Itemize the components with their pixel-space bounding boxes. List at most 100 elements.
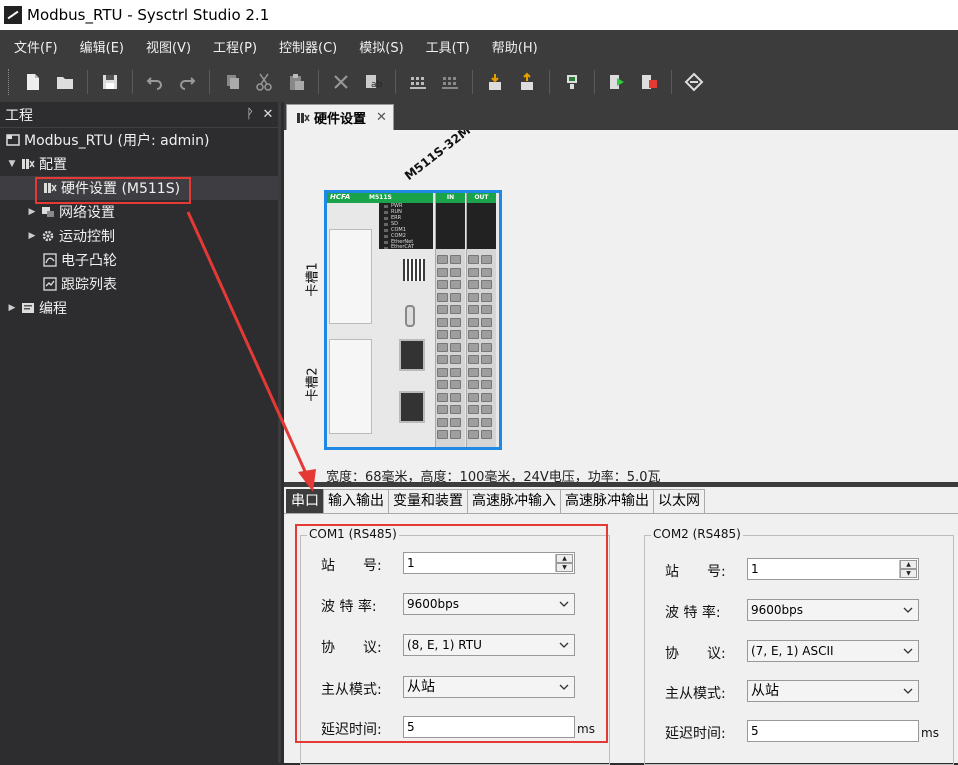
com2-protocol-select[interactable]: (7, E, 1) ASCII — [747, 640, 919, 662]
cam-icon — [42, 253, 58, 267]
toolbar-separator — [87, 70, 88, 94]
expansion-slot-2[interactable] — [329, 339, 372, 434]
com2-baud-select[interactable]: 9600bps — [747, 599, 919, 621]
tree-item-label: 硬件设置 (M511S) — [61, 181, 181, 197]
monitor-button[interactable] — [557, 67, 587, 97]
spin-down-icon[interactable]: ▼ — [900, 569, 917, 578]
tab-hs-pulse-out[interactable]: 高速脉冲输出 — [560, 489, 654, 513]
expand-right-icon[interactable]: ▶ — [26, 231, 38, 241]
tab-ethernet[interactable]: 以太网 — [653, 489, 705, 513]
compile-all-button[interactable] — [435, 67, 465, 97]
mode-value: 从站 — [407, 679, 435, 695]
com1-baud-select[interactable]: 9600bps — [403, 593, 575, 615]
tree-item-root[interactable]: Modbus_RTU (用户: admin) — [0, 128, 278, 152]
terminal-screw — [481, 330, 492, 339]
ethernet-port-icon — [399, 339, 425, 371]
menu-edit[interactable]: 编辑(E) — [70, 37, 134, 56]
protocol-value: (7, E, 1) ASCII — [751, 644, 834, 658]
com1-delay-input[interactable]: 5 — [403, 716, 575, 738]
com2-station-input[interactable]: 1 ▲ ▼ — [747, 558, 919, 580]
com1-station-input[interactable]: 1 ▲ ▼ — [403, 552, 575, 574]
compile-button[interactable] — [403, 67, 433, 97]
delete-button[interactable] — [326, 67, 356, 97]
spin-down-icon[interactable]: ▼ — [556, 563, 573, 572]
com1-delay-row: 延迟时间: 5 ms — [301, 716, 609, 740]
station-label: 站 号: — [665, 564, 726, 580]
tree-item-cam[interactable]: 电子凸轮 — [0, 248, 278, 272]
led-icon — [384, 241, 388, 244]
tab-serial[interactable]: 串口 — [286, 489, 324, 513]
led-icon — [384, 205, 388, 208]
download-button[interactable] — [480, 67, 510, 97]
menu-help[interactable]: 帮助(H) — [482, 37, 548, 56]
close-panel-icon[interactable]: ✕ — [260, 107, 276, 122]
open-folder-button[interactable] — [50, 67, 80, 97]
expand-right-icon[interactable]: ▶ — [6, 303, 18, 313]
online-button[interactable] — [679, 67, 709, 97]
plc-header-strip: HCFA M511S — [327, 193, 433, 203]
tab-io[interactable]: 输入输出 — [323, 489, 389, 513]
menu-view[interactable]: 视图(V) — [136, 37, 201, 56]
settings-tabstrip: 串口 输入输出 变量和装置 高速脉冲输入 高速脉冲输出 以太网 — [286, 489, 705, 513]
terminal-screw — [468, 367, 479, 377]
tree-item-motion[interactable]: ▶ 运动控制 — [0, 224, 278, 248]
terminal-screw — [481, 267, 492, 277]
terminal-screw — [437, 392, 448, 402]
tab-hardware-settings[interactable]: 硬件设置 ✕ — [286, 104, 394, 130]
copy-icon — [227, 75, 239, 89]
terminal-screw — [450, 255, 461, 264]
station-spinner: ▲ ▼ — [555, 554, 573, 572]
paste-button[interactable] — [281, 67, 311, 97]
tree-item-label: 运动控制 — [59, 229, 115, 245]
terminal-screw — [450, 330, 461, 339]
redo-button[interactable] — [172, 67, 202, 97]
terminal-screw — [468, 280, 479, 289]
delay-unit: ms — [577, 722, 595, 736]
stop-button[interactable] — [634, 67, 664, 97]
pin-icon[interactable]: ᚹ — [242, 107, 258, 122]
menu-controller[interactable]: 控制器(C) — [269, 37, 347, 56]
plc-device[interactable]: HCFA M511S PWR RUN ERR SD COM1 COM2 Ethe… — [324, 190, 502, 450]
cut-button[interactable] — [249, 67, 279, 97]
new-file-button[interactable] — [18, 67, 48, 97]
save-button[interactable] — [95, 67, 125, 97]
menu-project[interactable]: 工程(P) — [203, 37, 267, 56]
tree-item-network[interactable]: ▶ 网络设置 — [0, 200, 278, 224]
com2-delay-input[interactable]: 5 — [747, 720, 919, 742]
copy-button[interactable] — [217, 67, 247, 97]
undo-button[interactable] — [140, 67, 170, 97]
svg-text:ab: ab — [371, 80, 383, 90]
station-value: 1 — [751, 562, 759, 576]
terminal-screw — [450, 380, 461, 389]
close-tab-icon[interactable]: ✕ — [376, 110, 387, 125]
tree-item-hardware[interactable]: 硬件设置 (M511S) — [0, 176, 278, 200]
com2-mode-select[interactable]: 从站 — [747, 680, 919, 702]
com1-mode-select[interactable]: 从站 — [403, 676, 575, 698]
expand-right-icon[interactable]: ▶ — [26, 207, 38, 217]
project-panel-title: 工程 — [5, 107, 33, 124]
splitter-bar[interactable] — [284, 482, 958, 487]
upload-button[interactable] — [512, 67, 542, 97]
terminal-screw — [437, 317, 448, 327]
expand-down-icon[interactable]: ▼ — [6, 159, 18, 169]
undo-icon — [146, 77, 162, 90]
menu-tools[interactable]: 工具(T) — [416, 37, 480, 56]
menu-file[interactable]: 文件(F) — [4, 37, 68, 56]
tree-item-config[interactable]: ▼ 配置 — [0, 152, 278, 176]
status-led-panel: PWR RUN ERR SD COM1 COM2 EtherNet EtherC… — [379, 203, 433, 250]
toolbar-grip[interactable] — [8, 69, 11, 95]
menu-simulate[interactable]: 模拟(S) — [349, 37, 413, 56]
find-replace-button[interactable]: ab — [358, 67, 388, 97]
terminal-screw — [468, 342, 479, 352]
chevron-down-icon — [559, 642, 569, 648]
run-button[interactable] — [602, 67, 632, 97]
tab-hs-pulse-in[interactable]: 高速脉冲输入 — [467, 489, 561, 513]
terminal-screw — [481, 342, 492, 352]
com1-protocol-select[interactable]: (8, E, 1) RTU — [403, 634, 575, 656]
tree-item-programming[interactable]: ▶ 编程 — [0, 296, 278, 320]
tab-variables[interactable]: 变量和装置 — [388, 489, 468, 513]
terminal-screw — [450, 417, 461, 427]
tree-item-trace[interactable]: 跟踪列表 — [0, 272, 278, 296]
expansion-slot-1[interactable] — [329, 229, 372, 324]
slot1-label: 卡槽1 — [305, 262, 321, 297]
